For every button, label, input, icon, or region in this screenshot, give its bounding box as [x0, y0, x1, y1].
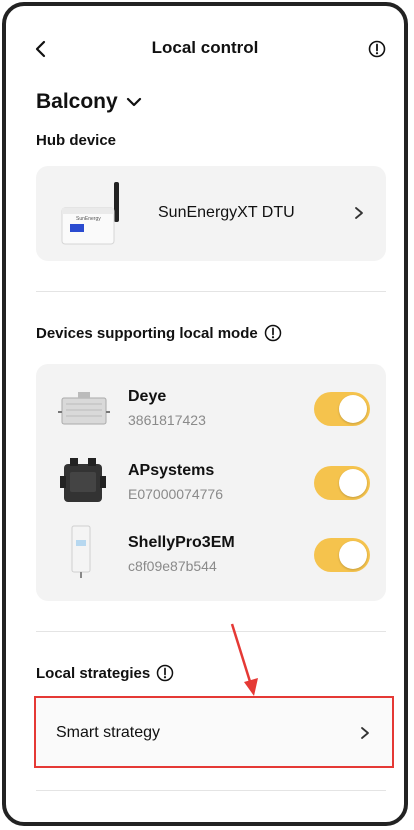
location-name: Balcony	[36, 90, 118, 113]
hub-device-name: SunEnergyXT DTU	[158, 204, 295, 221]
chevron-right-icon	[355, 207, 363, 219]
device-id: c8f09e87b544	[128, 558, 217, 574]
devices-card: Deye 3861817423 APsystems E07000074776 S…	[36, 364, 386, 601]
divider	[36, 631, 386, 632]
phone-frame: Local control Balcony Hub device SunEner…	[2, 2, 408, 826]
energy-meter-image	[71, 525, 91, 578]
device-id: 3861817423	[128, 412, 206, 428]
header: Local control	[6, 28, 404, 72]
devices-section-label-text: Devices supporting local mode	[36, 324, 258, 342]
device-name: Deye	[128, 388, 167, 405]
info-icon[interactable]	[156, 664, 174, 682]
device-toggle[interactable]	[314, 538, 370, 572]
device-row-shellypro3em: ShellyPro3EM c8f09e87b544	[36, 525, 386, 602]
microinverter-image	[58, 392, 110, 425]
divider	[36, 291, 386, 292]
location-selector[interactable]: Balcony	[36, 90, 142, 114]
info-icon[interactable]	[368, 40, 386, 58]
strategy-label: Smart strategy	[56, 724, 161, 741]
svg-text:SunEnergy: SunEnergy	[76, 216, 101, 222]
divider	[36, 790, 386, 791]
chevron-down-icon	[126, 97, 141, 107]
info-icon[interactable]	[264, 324, 282, 342]
arrow-annotation	[230, 623, 258, 696]
devices-section-label: Devices supporting local mode	[36, 324, 282, 342]
device-name: APsystems	[128, 462, 215, 479]
device-name: ShellyPro3EM	[128, 534, 235, 551]
page-title: Local control	[151, 38, 259, 57]
device-row-apsystems: APsystems E07000074776	[36, 458, 386, 530]
hub-section-label: Hub device	[36, 132, 117, 149]
chevron-right-icon	[361, 727, 369, 739]
strategies-section-label-text: Local strategies	[36, 664, 151, 682]
strategies-section-label: Local strategies	[36, 664, 174, 682]
hub-device-card[interactable]: SunEnergy SunEnergyXT DTU	[36, 166, 386, 261]
device-toggle[interactable]	[314, 392, 370, 426]
device-id: E07000074776	[128, 486, 223, 502]
device-toggle[interactable]	[314, 466, 370, 500]
smart-strategy-item[interactable]: Smart strategy	[34, 696, 394, 768]
dtu-device-image: SunEnergy	[61, 182, 119, 245]
device-row-deye: Deye 3861817423	[36, 386, 386, 456]
microinverter-image	[60, 458, 106, 502]
